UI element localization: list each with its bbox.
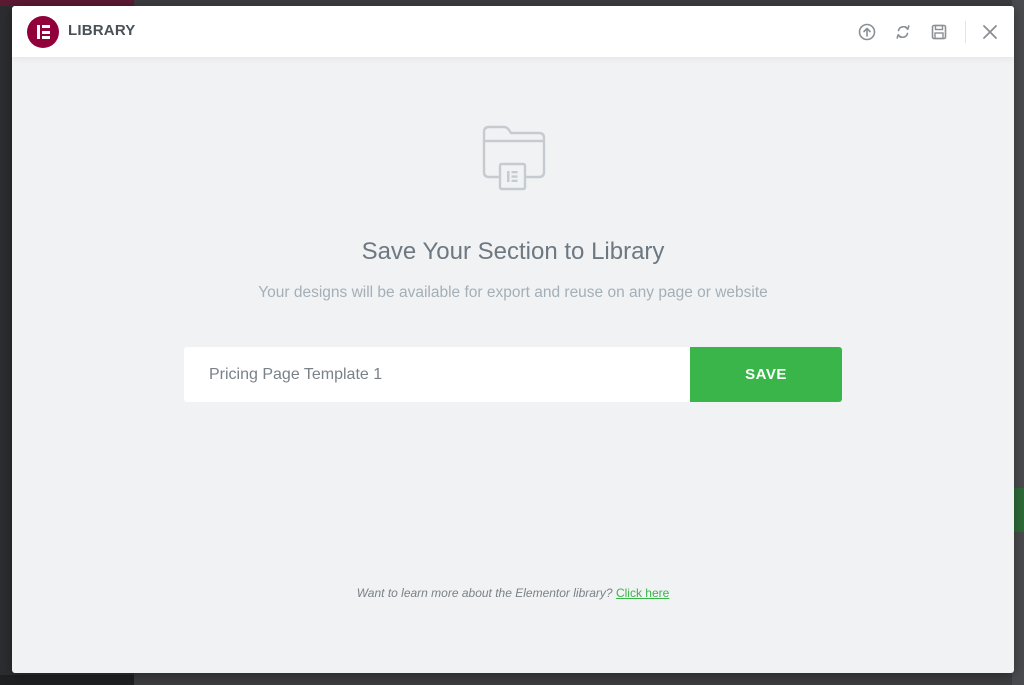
learn-more-text: Want to learn more about the Elementor l… bbox=[356, 586, 613, 600]
upload-icon bbox=[858, 23, 876, 40]
save-description: Your designs will be available for expor… bbox=[258, 284, 768, 301]
editor-panel-footer bbox=[0, 675, 134, 685]
save-icon bbox=[931, 24, 947, 39]
template-name-input[interactable] bbox=[184, 347, 690, 402]
save-button[interactable]: SAVE bbox=[690, 347, 842, 402]
learn-more-note: Want to learn more about the Elementor l… bbox=[12, 586, 1014, 600]
sync-button[interactable] bbox=[885, 6, 921, 57]
elementor-logo-icon bbox=[27, 16, 59, 48]
sync-icon bbox=[896, 24, 910, 39]
toolbar-divider bbox=[965, 20, 966, 43]
library-modal: LIBRARY Save Your Section to Library You… bbox=[12, 6, 1014, 673]
close-icon bbox=[983, 24, 997, 39]
upload-button[interactable] bbox=[849, 6, 885, 57]
close-button[interactable] bbox=[972, 6, 1008, 57]
header-toolbar bbox=[849, 6, 1014, 57]
save-heading: Save Your Section to Library bbox=[361, 238, 665, 265]
save-template-form: SAVE bbox=[184, 347, 842, 402]
modal-header: LIBRARY bbox=[12, 6, 1014, 57]
modal-title: LIBRARY bbox=[68, 22, 136, 39]
folder-template-icon bbox=[480, 124, 548, 194]
save-template-button[interactable] bbox=[921, 6, 957, 57]
learn-more-link[interactable]: Click here bbox=[616, 586, 669, 600]
